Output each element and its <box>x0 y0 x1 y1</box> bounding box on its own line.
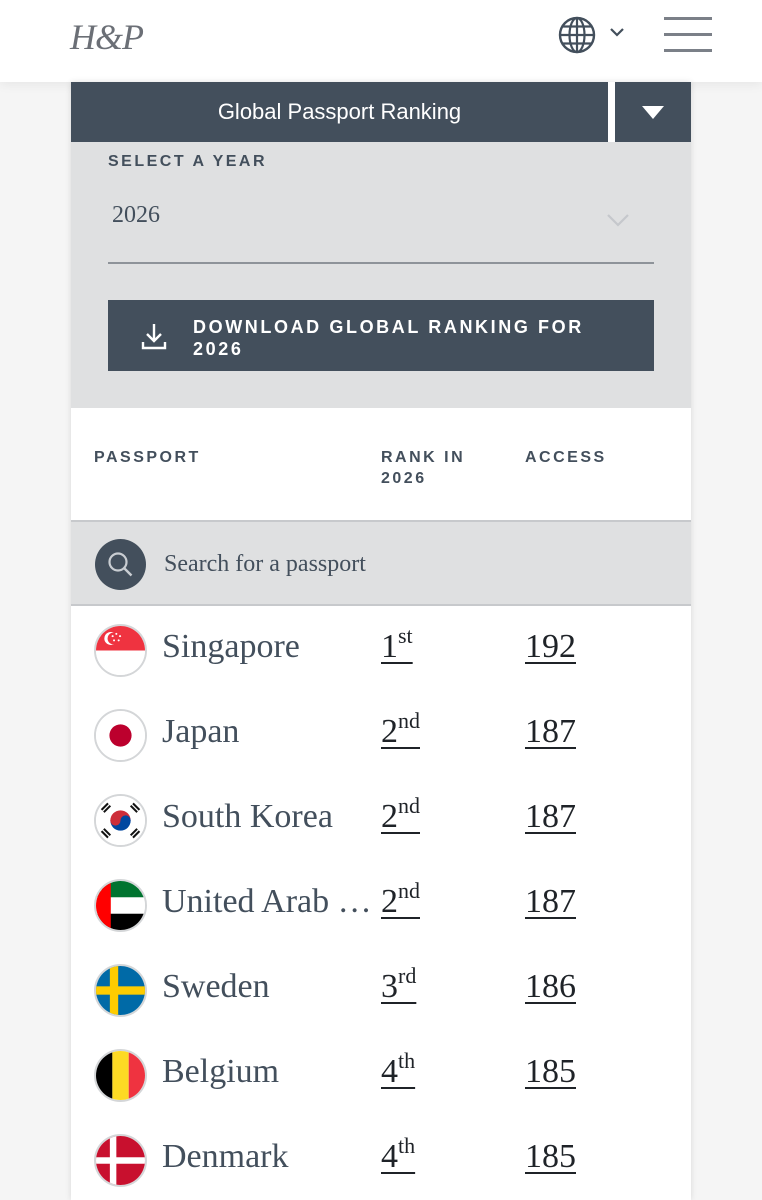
sweden-flag-icon <box>94 964 147 1017</box>
japan-flag-icon <box>94 709 147 762</box>
column-header-passport: PASSPORT <box>94 449 201 466</box>
country-name: Singapore <box>162 628 300 665</box>
rank-link[interactable]: 3rd <box>381 965 416 1006</box>
table-row[interactable]: Japan 2nd 187 <box>71 691 691 776</box>
site-header: H&P <box>0 0 762 82</box>
rank-link[interactable]: 2nd <box>381 880 420 921</box>
table-row[interactable]: Denmark 4th 185 <box>71 1116 691 1200</box>
ranking-selector-label: Global Passport Ranking <box>217 99 462 124</box>
country-name: Japan <box>162 713 240 750</box>
access-link[interactable]: 185 <box>525 1053 576 1091</box>
ranking-panel: Global Passport Ranking SELECT A YEAR 20… <box>71 82 691 1200</box>
country-name: Belgium <box>162 1053 280 1090</box>
year-select-underline <box>108 262 654 264</box>
search-icon <box>108 552 133 577</box>
uae-flag-icon <box>94 879 147 932</box>
logo[interactable]: H&P <box>70 16 144 58</box>
year-select-label: SELECT A YEAR <box>108 153 268 170</box>
ranking-selector[interactable]: Global Passport Ranking <box>71 82 608 142</box>
access-link[interactable]: 187 <box>525 713 576 751</box>
country-name: United Arab … <box>162 883 372 920</box>
access-link[interactable]: 187 <box>525 883 576 921</box>
passport-list: Singapore 1st 192 Japan 2nd 187 South Ko… <box>71 606 691 1200</box>
table-row[interactable]: South Korea 2nd 187 <box>71 776 691 861</box>
search-button[interactable] <box>95 539 146 590</box>
table-row[interactable]: Belgium 4th 185 <box>71 1031 691 1116</box>
globe-icon[interactable] <box>557 15 597 55</box>
access-link[interactable]: 187 <box>525 798 576 836</box>
rank-link[interactable]: 2nd <box>381 795 420 836</box>
country-name: Denmark <box>162 1138 289 1175</box>
passport-search-bar <box>71 522 691 606</box>
singapore-flag-icon <box>94 624 147 677</box>
year-select[interactable]: 2026 <box>112 202 160 229</box>
ranking-selector-toggle[interactable] <box>615 82 691 142</box>
chevron-down-icon[interactable] <box>608 25 626 39</box>
column-header-rank: RANK IN 2026 <box>381 449 466 487</box>
access-link[interactable]: 185 <box>525 1138 576 1176</box>
access-link[interactable]: 192 <box>525 628 576 666</box>
country-name: South Korea <box>162 798 333 835</box>
rank-link[interactable]: 4th <box>381 1135 415 1176</box>
belgium-flag-icon <box>94 1049 147 1102</box>
country-name: Sweden <box>162 968 270 1005</box>
triangle-down-icon <box>642 105 664 119</box>
download-button-label: DOWNLOAD GLOBAL RANKING FOR 2026 <box>193 317 584 359</box>
year-filter-area: SELECT A YEAR 2026 DOWNLOAD GLOBAL RANKI… <box>71 142 691 408</box>
rank-link[interactable]: 2nd <box>381 710 420 751</box>
rank-link[interactable]: 1st <box>381 625 413 666</box>
column-header-access: ACCESS <box>525 449 607 466</box>
hamburger-menu-icon[interactable] <box>664 17 712 53</box>
denmark-flag-icon <box>94 1134 147 1187</box>
table-row[interactable]: United Arab … 2nd 187 <box>71 861 691 946</box>
access-link[interactable]: 186 <box>525 968 576 1006</box>
rank-link[interactable]: 4th <box>381 1050 415 1091</box>
download-ranking-button[interactable]: DOWNLOAD GLOBAL RANKING FOR 2026 <box>108 300 654 371</box>
chevron-down-icon[interactable] <box>605 212 631 228</box>
search-input[interactable] <box>164 542 614 586</box>
table-row[interactable]: Sweden 3rd 186 <box>71 946 691 1031</box>
south-korea-flag-icon <box>94 794 147 847</box>
download-icon <box>141 324 167 350</box>
table-row[interactable]: Singapore 1st 192 <box>71 606 691 691</box>
